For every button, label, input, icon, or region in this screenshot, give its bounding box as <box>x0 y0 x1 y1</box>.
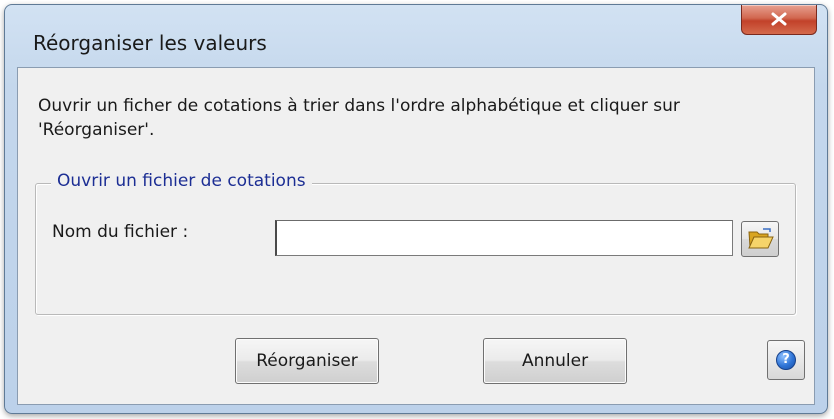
dialog-window: Réorganiser les valeurs Ouvrir un ficher… <box>4 4 828 414</box>
reorganize-button[interactable]: Réorganiser <box>235 338 379 384</box>
instructions-text: Ouvrir un ficher de cotations à trier da… <box>38 96 680 140</box>
browse-button[interactable] <box>741 221 779 257</box>
help-button[interactable]: ? <box>767 340 805 380</box>
cancel-button[interactable]: Annuler <box>483 338 627 384</box>
group-legend: Ouvrir un fichier de cotations <box>51 171 312 191</box>
close-button[interactable] <box>741 5 817 35</box>
close-icon <box>771 12 787 26</box>
dialog-body: Ouvrir un ficher de cotations à trier da… <box>17 67 815 405</box>
open-folder-icon <box>748 228 774 249</box>
open-file-group: Ouvrir un fichier de cotations Nom du fi… <box>35 171 796 315</box>
title-bar[interactable]: Réorganiser les valeurs <box>5 5 827 59</box>
window-title: Réorganiser les valeurs <box>33 31 267 55</box>
help-icon: ? <box>776 350 796 370</box>
file-name-input[interactable] <box>275 220 733 256</box>
file-name-label: Nom du fichier : <box>52 222 189 242</box>
